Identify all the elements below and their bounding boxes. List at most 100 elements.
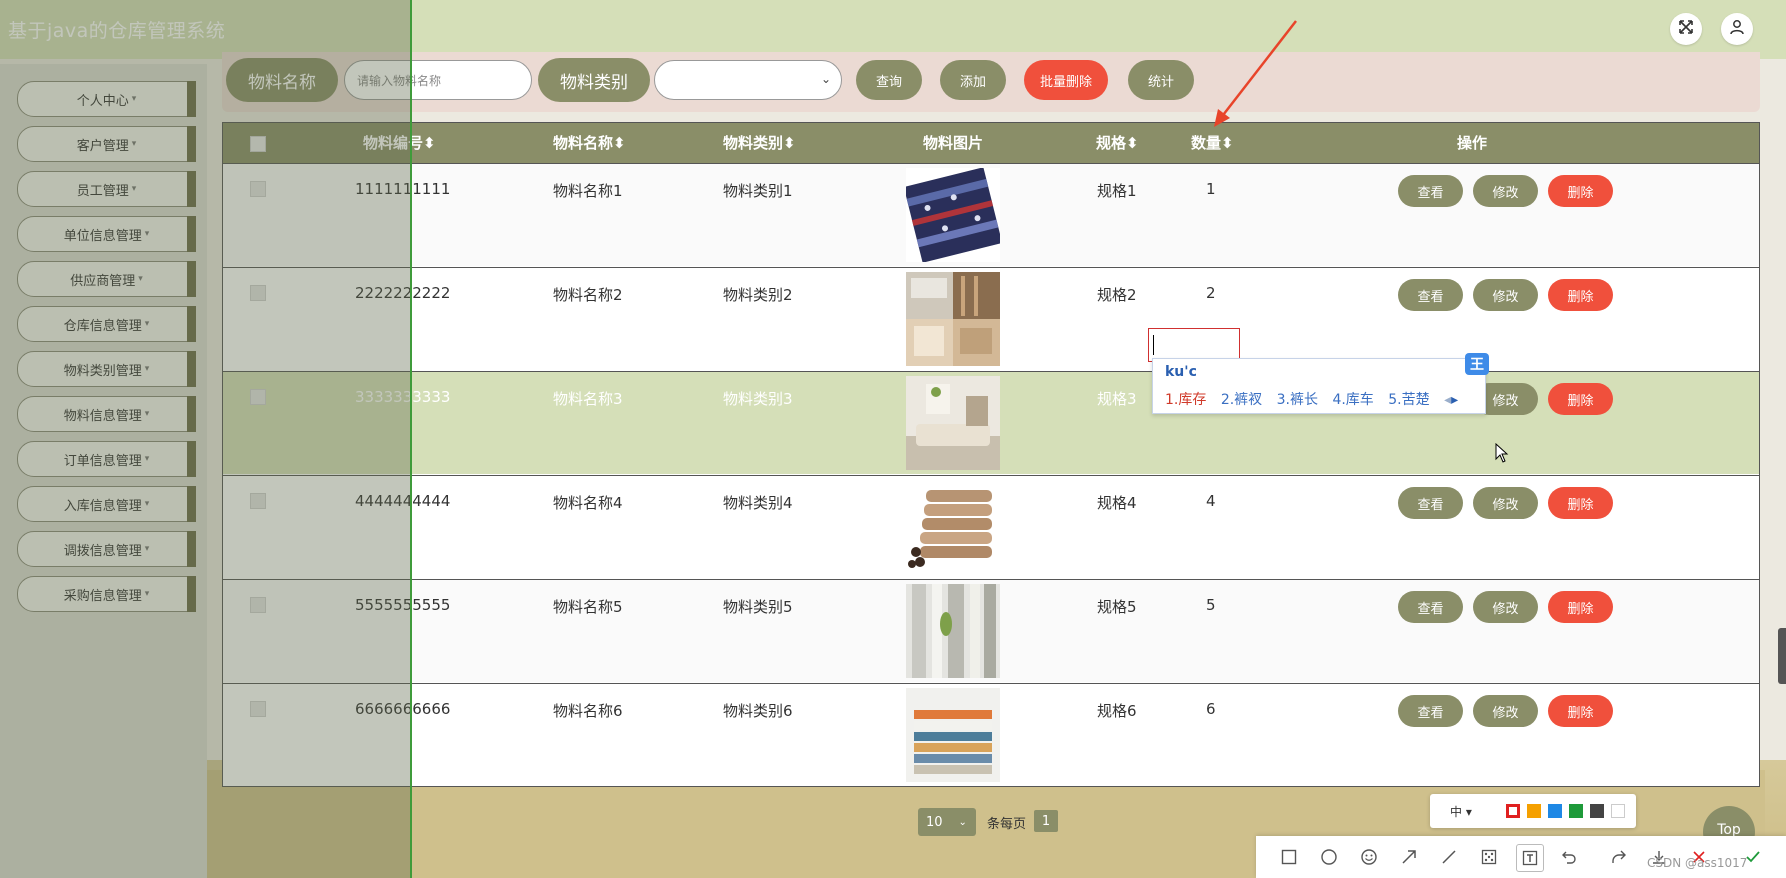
cell-category: 物料类别4 bbox=[723, 494, 793, 512]
cell-spec: 规格1 bbox=[1097, 182, 1137, 200]
pen-size-select[interactable]: 中 ▾ bbox=[1450, 803, 1472, 820]
sidebar-item-units[interactable]: 单位信息管理 ▾ bbox=[17, 216, 196, 252]
edit-button[interactable]: 修改 bbox=[1473, 279, 1538, 311]
sidebar-item-label: 物料信息管理 bbox=[63, 408, 142, 424]
color-swatch-gray[interactable] bbox=[1590, 804, 1604, 818]
ime-candidate[interactable]: 1.库存 bbox=[1165, 392, 1206, 408]
cell-code: 3333333333 bbox=[355, 388, 451, 406]
delete-button[interactable]: 删除 bbox=[1548, 279, 1613, 311]
cell-name: 物料名称2 bbox=[553, 286, 623, 304]
header-image: 物料图片 bbox=[923, 134, 984, 152]
view-button[interactable]: 查看 bbox=[1398, 487, 1463, 519]
row-checkbox[interactable] bbox=[250, 389, 266, 405]
arrow-tool-icon[interactable] bbox=[1396, 844, 1422, 870]
line-tool-icon[interactable] bbox=[1436, 844, 1462, 870]
sidebar-item-label: 采购信息管理 bbox=[63, 588, 142, 604]
material-image[interactable] bbox=[906, 168, 1000, 262]
edit-button[interactable]: 修改 bbox=[1473, 175, 1538, 207]
row-checkbox[interactable] bbox=[250, 181, 266, 197]
caret-down-icon: ▾ bbox=[144, 364, 150, 374]
header-spec[interactable]: 规格⬍ bbox=[1096, 123, 1139, 163]
row-checkbox[interactable] bbox=[250, 597, 266, 613]
sidebar-item-transfers[interactable]: 调拨信息管理 ▾ bbox=[17, 531, 196, 567]
color-swatch-orange[interactable] bbox=[1527, 804, 1541, 818]
ime-candidate[interactable]: 4.库车 bbox=[1332, 392, 1373, 408]
ime-candidate[interactable]: 5.苦楚 bbox=[1388, 392, 1429, 408]
sidebar-item-material-categories[interactable]: 物料类别管理 ▾ bbox=[17, 351, 196, 387]
side-scroll-tab[interactable] bbox=[1778, 628, 1786, 684]
material-image[interactable] bbox=[906, 584, 1000, 678]
material-category-select[interactable]: ⌄ bbox=[654, 60, 842, 100]
sidebar-item-orders[interactable]: 订单信息管理 ▾ bbox=[17, 441, 196, 477]
sidebar-item-customers[interactable]: 客户管理 ▾ bbox=[17, 126, 196, 162]
color-swatch-blue[interactable] bbox=[1548, 804, 1562, 818]
page-number[interactable]: 1 bbox=[1034, 810, 1058, 832]
rectangle-tool-icon[interactable] bbox=[1276, 844, 1302, 870]
edit-button[interactable]: 修改 bbox=[1473, 591, 1538, 623]
header-code[interactable]: 物料编号⬍ bbox=[363, 123, 436, 163]
cell-name: 物料名称5 bbox=[553, 598, 623, 616]
share-icon[interactable] bbox=[1606, 844, 1632, 870]
header-name[interactable]: 物料名称⬍ bbox=[553, 123, 626, 163]
sidebar-item-employees[interactable]: 员工管理 ▾ bbox=[17, 171, 196, 207]
delete-button[interactable]: 删除 bbox=[1548, 487, 1613, 519]
add-button[interactable]: 添加 bbox=[940, 60, 1006, 100]
material-image[interactable] bbox=[906, 688, 1000, 782]
cell-code: 1111111111 bbox=[355, 180, 451, 198]
sort-icon: ⬍ bbox=[783, 134, 796, 152]
delete-button[interactable]: 删除 bbox=[1548, 695, 1613, 727]
query-button[interactable]: 查询 bbox=[856, 60, 922, 100]
annotation-text-input[interactable] bbox=[1148, 328, 1240, 362]
row-checkbox[interactable] bbox=[250, 701, 266, 717]
material-name-input[interactable]: 请输入物料名称 bbox=[344, 60, 532, 100]
header-category[interactable]: 物料类别⬍ bbox=[723, 123, 796, 163]
delete-button[interactable]: 删除 bbox=[1548, 383, 1613, 415]
caret-down-icon: ▾ bbox=[144, 544, 150, 554]
delete-button[interactable]: 删除 bbox=[1548, 591, 1613, 623]
sidebar-item-purchases[interactable]: 采购信息管理 ▾ bbox=[17, 576, 196, 612]
ellipse-tool-icon[interactable] bbox=[1316, 844, 1342, 870]
color-swatch-green[interactable] bbox=[1569, 804, 1583, 818]
undo-icon[interactable] bbox=[1556, 844, 1582, 870]
cell-category: 物料类别2 bbox=[723, 286, 793, 304]
ime-page-arrows-icon[interactable]: ◂▸ bbox=[1444, 392, 1468, 408]
color-swatch-red[interactable] bbox=[1506, 804, 1520, 818]
expand-icon bbox=[1678, 19, 1694, 39]
sidebar-item-warehouses[interactable]: 仓库信息管理 ▾ bbox=[17, 306, 196, 342]
sidebar-item-inbound[interactable]: 入库信息管理 ▾ bbox=[17, 486, 196, 522]
sidebar-item-label: 订单信息管理 bbox=[63, 453, 142, 469]
view-button[interactable]: 查看 bbox=[1398, 591, 1463, 623]
mouse-cursor-icon bbox=[1495, 443, 1509, 463]
caret-down-icon: ▾ bbox=[144, 454, 150, 464]
view-button[interactable]: 查看 bbox=[1398, 695, 1463, 727]
edit-button[interactable]: 修改 bbox=[1473, 487, 1538, 519]
ime-candidate[interactable]: 3.裤长 bbox=[1277, 392, 1318, 408]
emoji-tool-icon[interactable] bbox=[1356, 844, 1382, 870]
mosaic-tool-icon[interactable] bbox=[1476, 844, 1502, 870]
batch-delete-button[interactable]: 批量删除 bbox=[1024, 60, 1108, 100]
material-image[interactable] bbox=[906, 376, 1000, 470]
material-image[interactable] bbox=[906, 480, 1000, 574]
row-checkbox[interactable] bbox=[250, 493, 266, 509]
material-image[interactable] bbox=[906, 272, 1000, 366]
cell-category: 物料类别1 bbox=[723, 182, 793, 200]
stats-button[interactable]: 统计 bbox=[1128, 60, 1194, 100]
fullscreen-button[interactable] bbox=[1670, 13, 1702, 45]
edit-button[interactable]: 修改 bbox=[1473, 695, 1538, 727]
sidebar-item-personal-center[interactable]: 个人中心 ▾ bbox=[17, 81, 196, 117]
caret-down-icon: ▾ bbox=[131, 94, 137, 104]
view-button[interactable]: 查看 bbox=[1398, 279, 1463, 311]
sidebar-item-suppliers[interactable]: 供应商管理 ▾ bbox=[17, 261, 196, 297]
row-checkbox[interactable] bbox=[250, 285, 266, 301]
page-size-select[interactable]: 10 ⌄ bbox=[918, 808, 976, 836]
cell-spec: 规格3 bbox=[1097, 390, 1137, 408]
delete-button[interactable]: 删除 bbox=[1548, 175, 1613, 207]
view-button[interactable]: 查看 bbox=[1398, 175, 1463, 207]
text-tool-icon[interactable] bbox=[1516, 844, 1544, 872]
ime-candidate[interactable]: 2.裤衩 bbox=[1221, 392, 1262, 408]
sidebar-item-materials[interactable]: 物料信息管理 ▾ bbox=[17, 396, 196, 432]
user-button[interactable] bbox=[1721, 13, 1753, 45]
color-swatch-white[interactable] bbox=[1611, 804, 1625, 818]
select-all-checkbox[interactable] bbox=[250, 136, 266, 152]
caret-down-icon: ▾ bbox=[144, 319, 150, 329]
